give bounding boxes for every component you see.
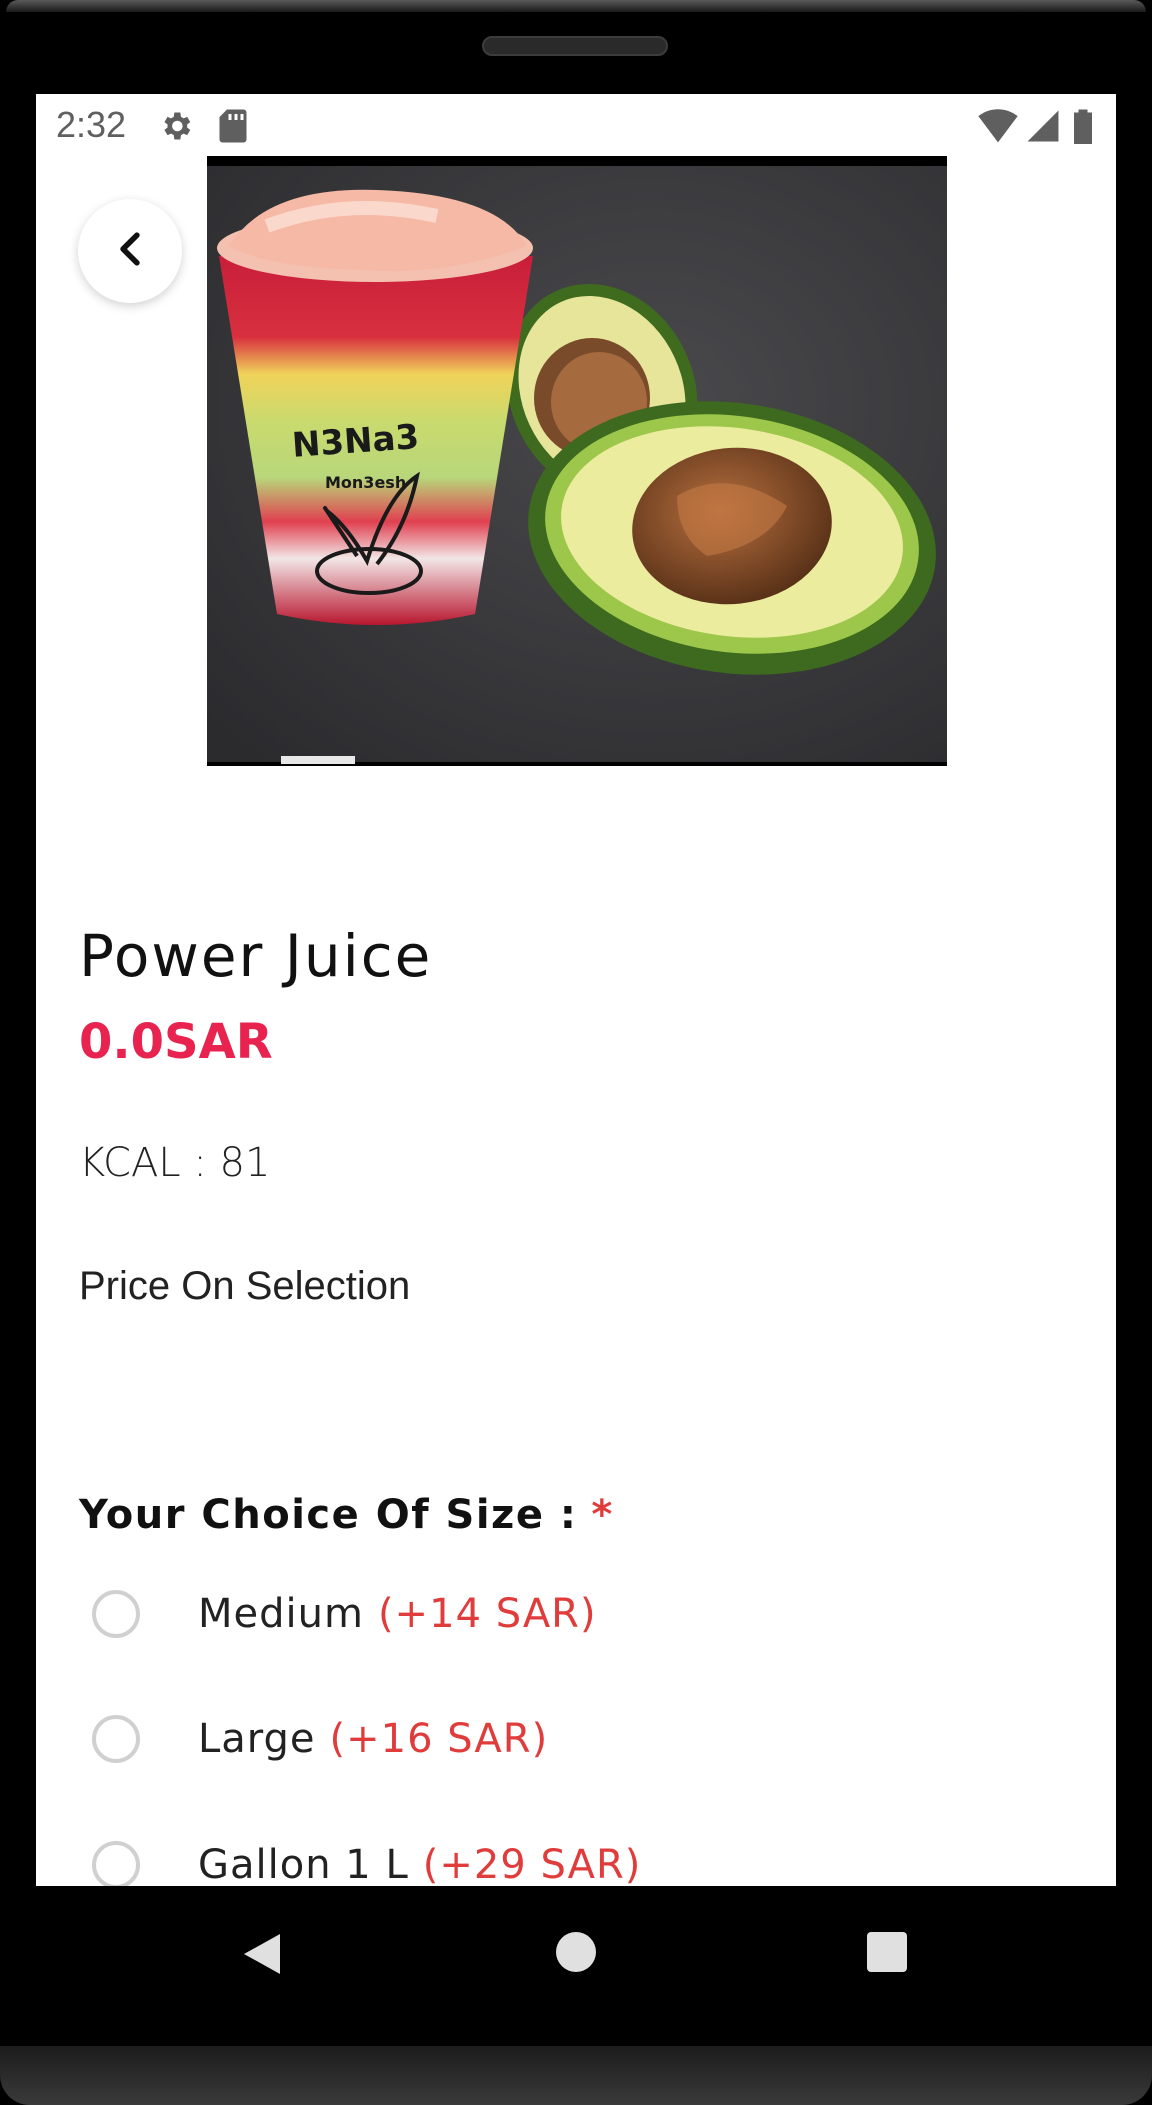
- product-title: Power Juice: [79, 922, 433, 990]
- product-image: N3Na3 Mon3esh: [207, 166, 947, 762]
- wifi-icon: [978, 108, 1018, 148]
- product-image-carousel[interactable]: N3Na3 Mon3esh: [207, 156, 947, 766]
- size-option-medium[interactable]: Medium (+14 SAR): [92, 1584, 597, 1644]
- svg-text:Mon3esh: Mon3esh: [325, 473, 406, 492]
- option-price: (+14 SAR): [377, 1591, 597, 1637]
- radio-button[interactable]: [92, 1590, 140, 1638]
- cellular-signal-icon: [1026, 108, 1060, 148]
- app-screen: 2:32 N3Na3 Mon3esh Power Juice 0.0SAR KC…: [36, 94, 1116, 1886]
- back-button[interactable]: [78, 199, 182, 303]
- radio-button[interactable]: [92, 1715, 140, 1763]
- status-bar: 2:32: [36, 94, 1116, 157]
- device-speaker: [482, 36, 668, 56]
- option-price: (+16 SAR): [329, 1716, 549, 1762]
- device-frame-top: [0, 0, 1152, 94]
- radio-button[interactable]: [92, 1841, 140, 1886]
- option-label: Medium: [198, 1591, 364, 1637]
- home-icon[interactable]: [556, 1932, 596, 1972]
- product-price: 0.0SAR: [79, 1014, 273, 1070]
- option-price: (+29 SAR): [422, 1842, 642, 1886]
- required-mark: *: [591, 1492, 614, 1538]
- sd-card-icon: [218, 108, 248, 148]
- option-label: Gallon 1 L: [198, 1842, 409, 1886]
- battery-icon: [1072, 108, 1094, 148]
- chevron-left-icon: [116, 231, 144, 271]
- device-frame-bottom: [0, 2046, 1152, 2105]
- carousel-page-indicator: [281, 756, 355, 764]
- recents-icon[interactable]: [867, 1932, 907, 1972]
- gear-icon: [158, 108, 194, 148]
- size-section-title: Your Choice Of Size : *: [79, 1492, 614, 1538]
- product-kcal: KCAL : 81: [79, 1140, 271, 1186]
- price-note: Price On Selection: [79, 1264, 411, 1308]
- size-option-large[interactable]: Large (+16 SAR): [92, 1709, 548, 1769]
- size-section-label: Your Choice Of Size :: [79, 1492, 578, 1538]
- back-icon[interactable]: [240, 1932, 284, 1980]
- device-frame-rim: [6, 0, 1146, 12]
- option-label: Large: [198, 1716, 316, 1762]
- navigation-bar: [0, 1886, 1152, 2046]
- size-option-gallon[interactable]: Gallon 1 L (+29 SAR): [92, 1835, 641, 1886]
- status-time: 2:32: [56, 104, 127, 145]
